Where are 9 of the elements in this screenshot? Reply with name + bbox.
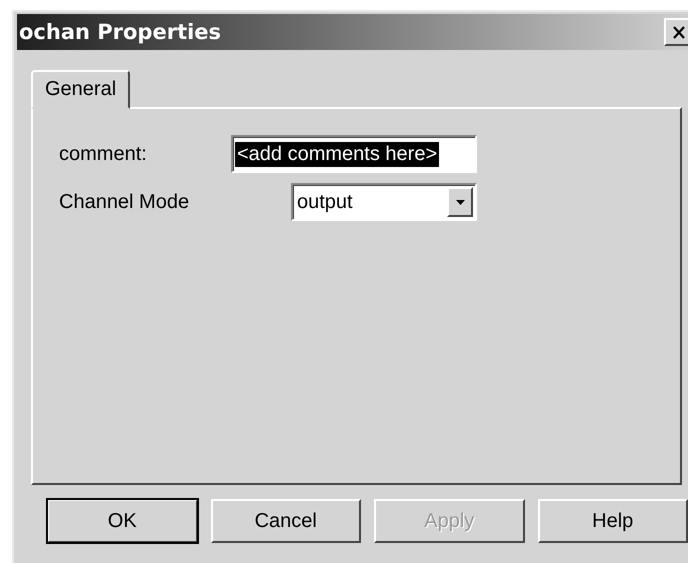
comment-field[interactable]: <add comments here> [231, 135, 477, 173]
tab[interactable]: General [31, 70, 130, 109]
field-label: Channel Mode [59, 190, 190, 214]
mode-dropdown[interactable]: output [291, 183, 477, 221]
field-label: comment: [59, 142, 148, 166]
dialog-button[interactable]: OK [47, 499, 198, 543]
dialog-button[interactable]: Help [538, 499, 688, 543]
window-title: ochan Properties [19, 20, 222, 44]
dialog-button[interactable]: Cancel [210, 499, 361, 543]
